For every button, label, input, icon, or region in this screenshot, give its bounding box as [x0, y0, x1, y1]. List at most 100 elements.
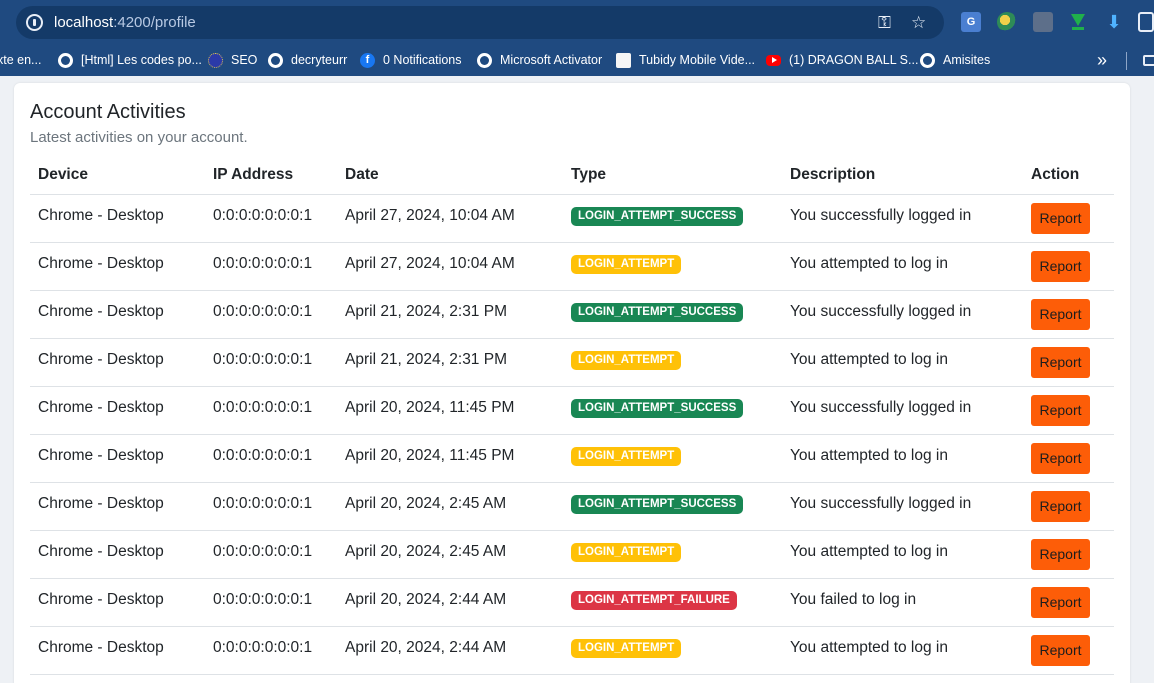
- facebook-icon: f: [360, 52, 375, 68]
- cell-date: April 20, 2024, 11:45 PM: [345, 447, 515, 464]
- cell-ip-address: 0:0:0:0:0:0:0:1: [213, 447, 313, 464]
- account-activities-card: Account Activities Latest activities on …: [14, 83, 1130, 683]
- cell-description: You successfully logged in: [790, 495, 972, 512]
- cell-ip-address: 0:0:0:0:0:0:0:1: [213, 591, 313, 608]
- header-ip-address: IP Address: [213, 166, 294, 183]
- report-button[interactable]: Report: [1031, 251, 1090, 282]
- key-icon[interactable]: ⚿: [878, 13, 891, 32]
- header-date: Date: [345, 166, 379, 183]
- cell-device: Chrome - Desktop: [38, 399, 164, 416]
- star-icon[interactable]: ☆: [911, 13, 926, 32]
- cell-description: You successfully logged in: [790, 207, 972, 224]
- bookmark-item[interactable]: Amisites: [920, 52, 990, 68]
- cell-date: April 20, 2024, 2:45 AM: [345, 543, 507, 560]
- url-text[interactable]: localhost:4200/profile: [54, 14, 196, 31]
- cell-description: You failed to log in: [790, 591, 917, 608]
- cell-device: Chrome - Desktop: [38, 351, 164, 368]
- report-button[interactable]: Report: [1031, 299, 1090, 330]
- table-row: Chrome - Desktop 0:0:0:0:0:0:0:1 April 27,…: [30, 195, 1114, 243]
- cell-device: Chrome - Desktop: [38, 495, 164, 512]
- type-badge: LOGIN_ATTEMPT_SUCCESS: [571, 495, 744, 514]
- more-bookmarks-icon[interactable]: »: [1097, 50, 1107, 71]
- cell-date: April 20, 2024, 2:44 AM: [345, 639, 507, 656]
- table-row: Chrome - Desktop 0:0:0:0:0:0:0:1 April 20,…: [30, 531, 1114, 579]
- report-button[interactable]: Report: [1031, 539, 1090, 570]
- address-bar[interactable]: localhost:4200/profile ⚿ ☆: [16, 6, 944, 39]
- bookmark-label: [Html] Les codes po...: [81, 53, 202, 67]
- bookmark-label: SEO: [231, 53, 258, 67]
- globe-extension-icon[interactable]: [997, 12, 1017, 32]
- table-row: Chrome - Desktop 0:0:0:0:0:0:0:1 April 20,…: [30, 579, 1114, 627]
- download-arrow-extension-icon[interactable]: [1068, 12, 1088, 32]
- cell-description: You attempted to log in: [790, 543, 948, 560]
- bookmarks-bar: xte en... [Html] Les codes po... SEO dec…: [0, 44, 1154, 76]
- cell-description: You attempted to log in: [790, 351, 948, 368]
- table-row: Chrome - Desktop 0:0:0:0:0:0:0:1 April 20,…: [30, 627, 1114, 675]
- bookmark-label: Microsoft Activator: [500, 53, 603, 67]
- card-subtitle: Latest activities on your account.: [30, 129, 248, 146]
- cell-description: You successfully logged in: [790, 399, 972, 416]
- cell-device: Chrome - Desktop: [38, 207, 164, 224]
- type-badge: LOGIN_ATTEMPT: [571, 543, 682, 562]
- table-row: Chrome - Desktop 0:0:0:0:0:0:0:1 April 20,…: [30, 483, 1114, 531]
- report-button[interactable]: Report: [1031, 635, 1090, 666]
- bookmark-item[interactable]: decryteurr: [268, 52, 347, 68]
- cell-ip-address: 0:0:0:0:0:0:0:1: [213, 351, 313, 368]
- browser-toolbar: localhost:4200/profile ⚿ ☆ G ⬇: [0, 0, 1154, 44]
- tubidy-icon: [616, 52, 631, 68]
- bookmark-item[interactable]: Microsoft Activator: [477, 52, 602, 68]
- url-host: localhost: [54, 14, 114, 31]
- activities-table: Device IP Address Date Type Description …: [30, 157, 1114, 675]
- report-button[interactable]: Report: [1031, 347, 1090, 378]
- copy-extension-icon[interactable]: [1033, 12, 1053, 32]
- table-row: Chrome - Desktop 0:0:0:0:0:0:0:1 April 20,…: [30, 387, 1114, 435]
- bookmark-item[interactable]: xte en...: [0, 52, 41, 68]
- translate-extension-icon[interactable]: G: [961, 12, 981, 32]
- report-button[interactable]: Report: [1031, 443, 1090, 474]
- bookmark-item[interactable]: (1) DRAGON BALL S...: [766, 52, 918, 68]
- cell-date: April 20, 2024, 2:44 AM: [345, 591, 507, 608]
- bookmark-divider: [1126, 52, 1127, 70]
- cell-ip-address: 0:0:0:0:0:0:0:1: [213, 495, 313, 512]
- cell-ip-address: 0:0:0:0:0:0:0:1: [213, 255, 313, 272]
- download-icon[interactable]: ⬇: [1104, 12, 1124, 32]
- type-badge: LOGIN_ATTEMPT: [571, 351, 682, 370]
- cell-date: April 21, 2024, 2:31 PM: [345, 303, 507, 320]
- cell-date: April 20, 2024, 11:45 PM: [345, 399, 515, 416]
- extensions-puzzle-icon[interactable]: [1138, 12, 1154, 32]
- bookmark-item[interactable]: SEO: [208, 52, 257, 68]
- cell-description: You attempted to log in: [790, 447, 948, 464]
- globe-icon: [58, 52, 73, 68]
- card-title: Account Activities: [30, 101, 186, 123]
- cell-description: You attempted to log in: [790, 255, 948, 272]
- cell-date: April 20, 2024, 2:45 AM: [345, 495, 507, 512]
- report-button[interactable]: Report: [1031, 491, 1090, 522]
- type-badge: LOGIN_ATTEMPT_FAILURE: [571, 591, 737, 610]
- url-path: :4200/profile: [113, 14, 196, 31]
- type-badge: LOGIN_ATTEMPT: [571, 447, 682, 466]
- bookmark-item[interactable]: [Html] Les codes po...: [58, 52, 202, 68]
- bookmark-label: decryteurr: [291, 53, 348, 67]
- report-button[interactable]: Report: [1031, 587, 1090, 618]
- cell-ip-address: 0:0:0:0:0:0:0:1: [213, 207, 313, 224]
- cell-device: Chrome - Desktop: [38, 303, 164, 320]
- bookmark-label: 0 Notifications: [383, 53, 462, 67]
- cell-ip-address: 0:0:0:0:0:0:0:1: [213, 303, 313, 320]
- header-type: Type: [571, 166, 607, 183]
- site-info-icon[interactable]: [26, 14, 43, 31]
- bookmark-label: (1) DRAGON BALL S...: [789, 53, 919, 67]
- folder-icon[interactable]: [1143, 55, 1154, 66]
- header-description: Description: [790, 166, 876, 183]
- cell-device: Chrome - Desktop: [38, 447, 164, 464]
- bookmark-item[interactable]: f 0 Notifications: [360, 52, 462, 68]
- table-row: Chrome - Desktop 0:0:0:0:0:0:0:1 April 20,…: [30, 435, 1114, 483]
- header-device: Device: [38, 166, 88, 183]
- type-badge: LOGIN_ATTEMPT: [571, 255, 682, 274]
- report-button[interactable]: Report: [1031, 395, 1090, 426]
- report-button[interactable]: Report: [1031, 203, 1090, 234]
- bookmark-item[interactable]: Tubidy Mobile Vide...: [616, 52, 755, 68]
- cell-ip-address: 0:0:0:0:0:0:0:1: [213, 543, 313, 560]
- cell-description: You attempted to log in: [790, 639, 948, 656]
- globe-icon: [477, 52, 492, 68]
- eu-icon: [208, 52, 223, 68]
